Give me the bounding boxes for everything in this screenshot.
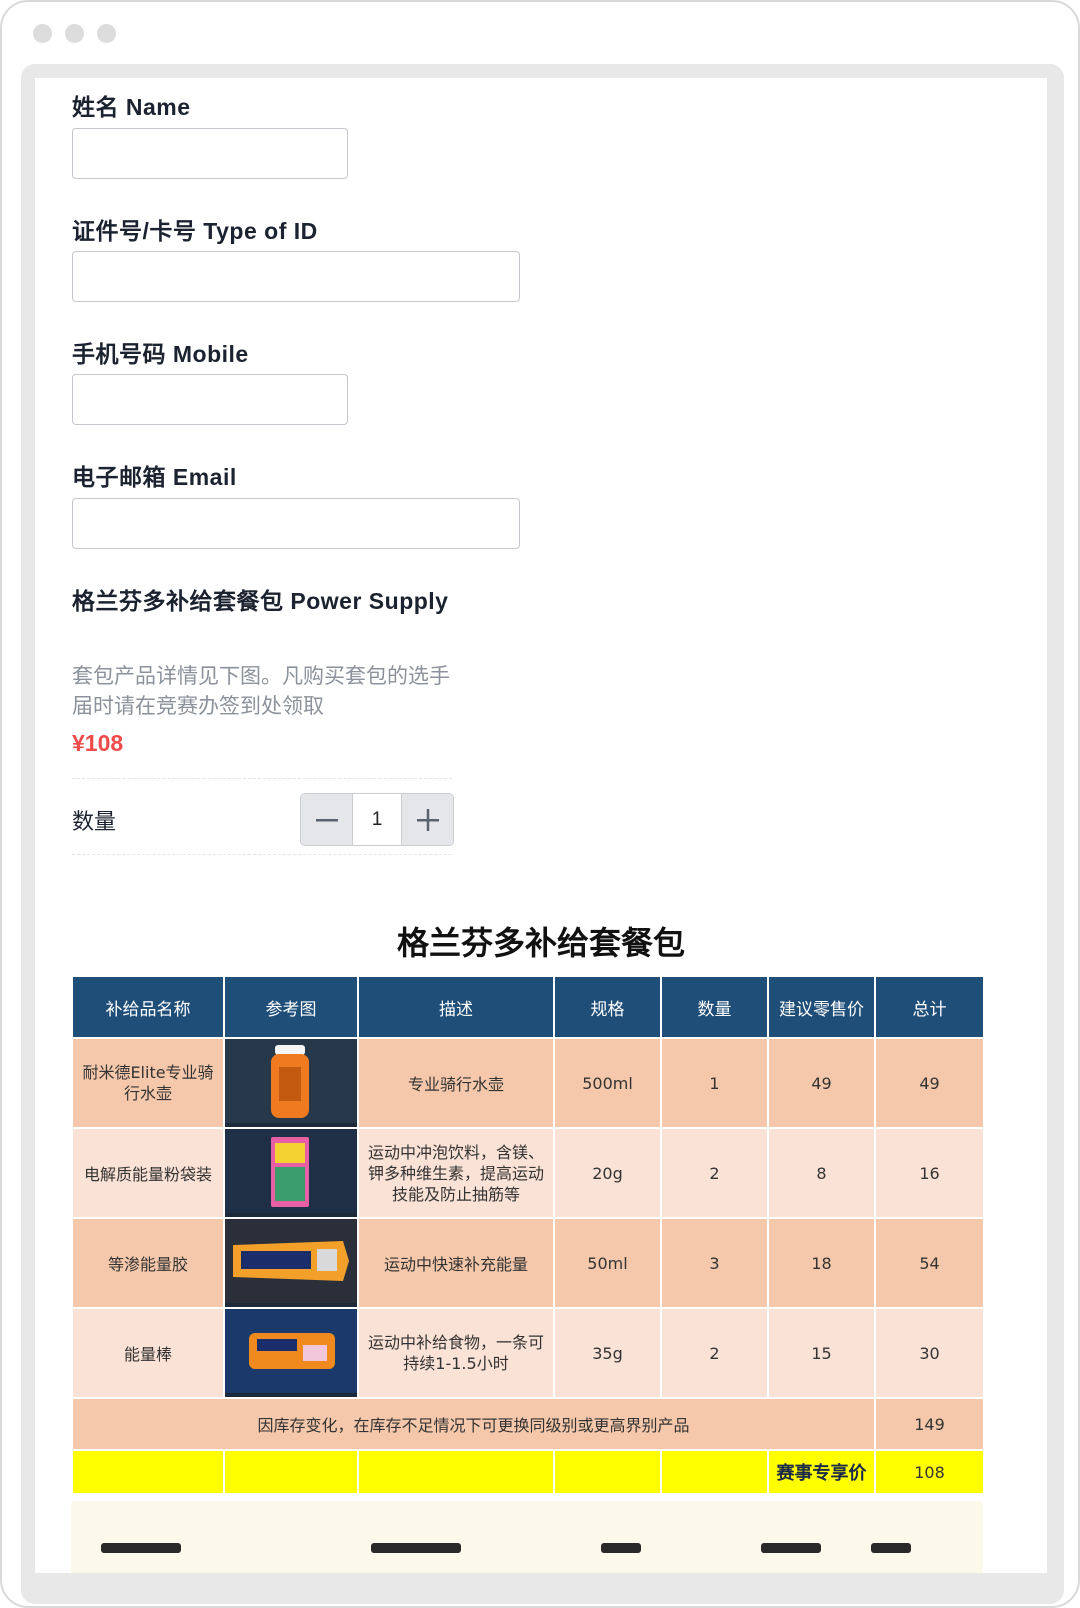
summary-col-text [101, 1543, 181, 1553]
item-quantity: 2 [660, 1127, 769, 1219]
water-bottle-image [223, 1037, 359, 1129]
header-cell: 数量 [660, 975, 769, 1039]
summary-row: 因库存变化，在库存不足情况下可更换同级别或更高界别产品 149 [71, 1397, 985, 1451]
window-controls [33, 24, 116, 43]
item-price: 49 [767, 1037, 876, 1129]
item-description: 专业骑行水壶 [357, 1037, 555, 1129]
sum-total: 149 [874, 1397, 985, 1451]
increment-button[interactable] [402, 794, 453, 845]
energy-bar-image [223, 1307, 359, 1399]
name-label: 姓名 Name [72, 94, 191, 120]
quantity-label: 数量 [72, 809, 117, 834]
item-description: 运动中补给食物，一条可持续1-1.5小时 [357, 1307, 555, 1399]
item-spec: 35g [553, 1307, 662, 1399]
item-name: 等渗能量胶 [71, 1217, 225, 1309]
order-summary-strip [71, 1501, 983, 1573]
item-total: 49 [874, 1037, 985, 1129]
product-title: 格兰芬多补给套餐包 Power Supply [72, 588, 449, 614]
item-price: 8 [767, 1127, 876, 1219]
item-spec: 20g [553, 1127, 662, 1219]
item-description: 运动中冲泡饮料，含镁、钾多种维生素，提高运动技能及防止抽筋等 [357, 1127, 555, 1219]
mobile-field[interactable] [72, 374, 348, 425]
item-quantity: 2 [660, 1307, 769, 1399]
package-title: 格兰芬多补给套餐包 [396, 924, 685, 962]
item-spec: 50ml [553, 1217, 662, 1309]
item-total: 54 [874, 1217, 985, 1309]
header-cell: 描述 [357, 975, 555, 1039]
table-row: 耐米德Elite专业骑行水壶 专业骑行水壶 500ml 1 49 49 [71, 1037, 985, 1129]
table-row: 等渗能量胶 运动中快速补充能量 50ml 3 18 54 [71, 1217, 985, 1309]
id-label: 证件号/卡号 Type of ID [72, 218, 318, 244]
item-quantity: 3 [660, 1217, 769, 1309]
header-cell: 补给品名称 [71, 975, 225, 1039]
table-row: 能量棒 运动中补给食物，一条可持续1-1.5小时 35g 2 15 30 [71, 1307, 985, 1399]
id-field[interactable] [72, 251, 520, 302]
quantity-value[interactable]: 1 [352, 794, 402, 845]
product-price: ¥108 [72, 730, 124, 756]
summary-col-text [601, 1543, 641, 1553]
window-dot-close[interactable] [33, 24, 52, 43]
item-description: 运动中快速补充能量 [357, 1217, 555, 1309]
minus-icon [315, 818, 338, 821]
summary-col-text [371, 1543, 461, 1553]
stock-note: 因库存变化，在库存不足情况下可更换同级别或更高界别产品 [71, 1397, 876, 1451]
name-field[interactable] [72, 128, 348, 179]
summary-col-text [761, 1543, 821, 1553]
empty-cell [71, 1449, 225, 1495]
form-content: 姓名 Name 证件号/卡号 Type of ID 手机号码 Mobile 电子… [35, 78, 1047, 1573]
plus-icon [416, 808, 439, 831]
special-price-value: 108 [874, 1449, 985, 1495]
header-cell: 建议零售价 [767, 975, 876, 1039]
special-price-row: 赛事专享价 108 [71, 1449, 985, 1495]
header-cell: 参考图 [223, 975, 359, 1039]
quantity-stepper[interactable]: 1 [300, 793, 454, 846]
empty-cell [553, 1449, 662, 1495]
window-dot-minimize[interactable] [65, 24, 84, 43]
energy-powder-image [223, 1127, 359, 1219]
window-dot-maximize[interactable] [97, 24, 116, 43]
empty-cell [660, 1449, 769, 1495]
item-price: 15 [767, 1307, 876, 1399]
item-total: 30 [874, 1307, 985, 1399]
summary-col-text [871, 1543, 911, 1553]
table-header-row: 补给品名称 参考图 描述 规格 数量 建议零售价 总计 [71, 975, 985, 1039]
table-row: 电解质能量粉袋装 运动中冲泡饮料，含镁、钾多种维生素，提高运动技能及防止抽筋等 … [71, 1127, 985, 1219]
item-price: 18 [767, 1217, 876, 1309]
header-cell: 规格 [553, 975, 662, 1039]
item-name: 电解质能量粉袋装 [71, 1127, 225, 1219]
empty-cell [357, 1449, 555, 1495]
item-total: 16 [874, 1127, 985, 1219]
divider-top [72, 778, 452, 779]
special-price-label: 赛事专享价 [767, 1449, 876, 1495]
email-label: 电子邮箱 Email [72, 464, 237, 490]
email-field[interactable] [72, 498, 520, 549]
decrement-button[interactable] [301, 794, 352, 845]
item-quantity: 1 [660, 1037, 769, 1129]
package-table: 补给品名称 参考图 描述 规格 数量 建议零售价 总计 耐米德Elite专业骑行… [71, 975, 985, 1495]
item-spec: 500ml [553, 1037, 662, 1129]
mobile-label: 手机号码 Mobile [72, 341, 249, 367]
header-cell: 总计 [874, 975, 985, 1039]
product-description: 套包产品详情见下图。凡购买套包的选手届时请在竞赛办签到处领取 [72, 665, 450, 718]
divider-bottom [72, 854, 452, 855]
empty-cell [223, 1449, 359, 1495]
energy-gel-image [223, 1217, 359, 1309]
item-name: 能量棒 [71, 1307, 225, 1399]
item-name: 耐米德Elite专业骑行水壶 [71, 1037, 225, 1129]
